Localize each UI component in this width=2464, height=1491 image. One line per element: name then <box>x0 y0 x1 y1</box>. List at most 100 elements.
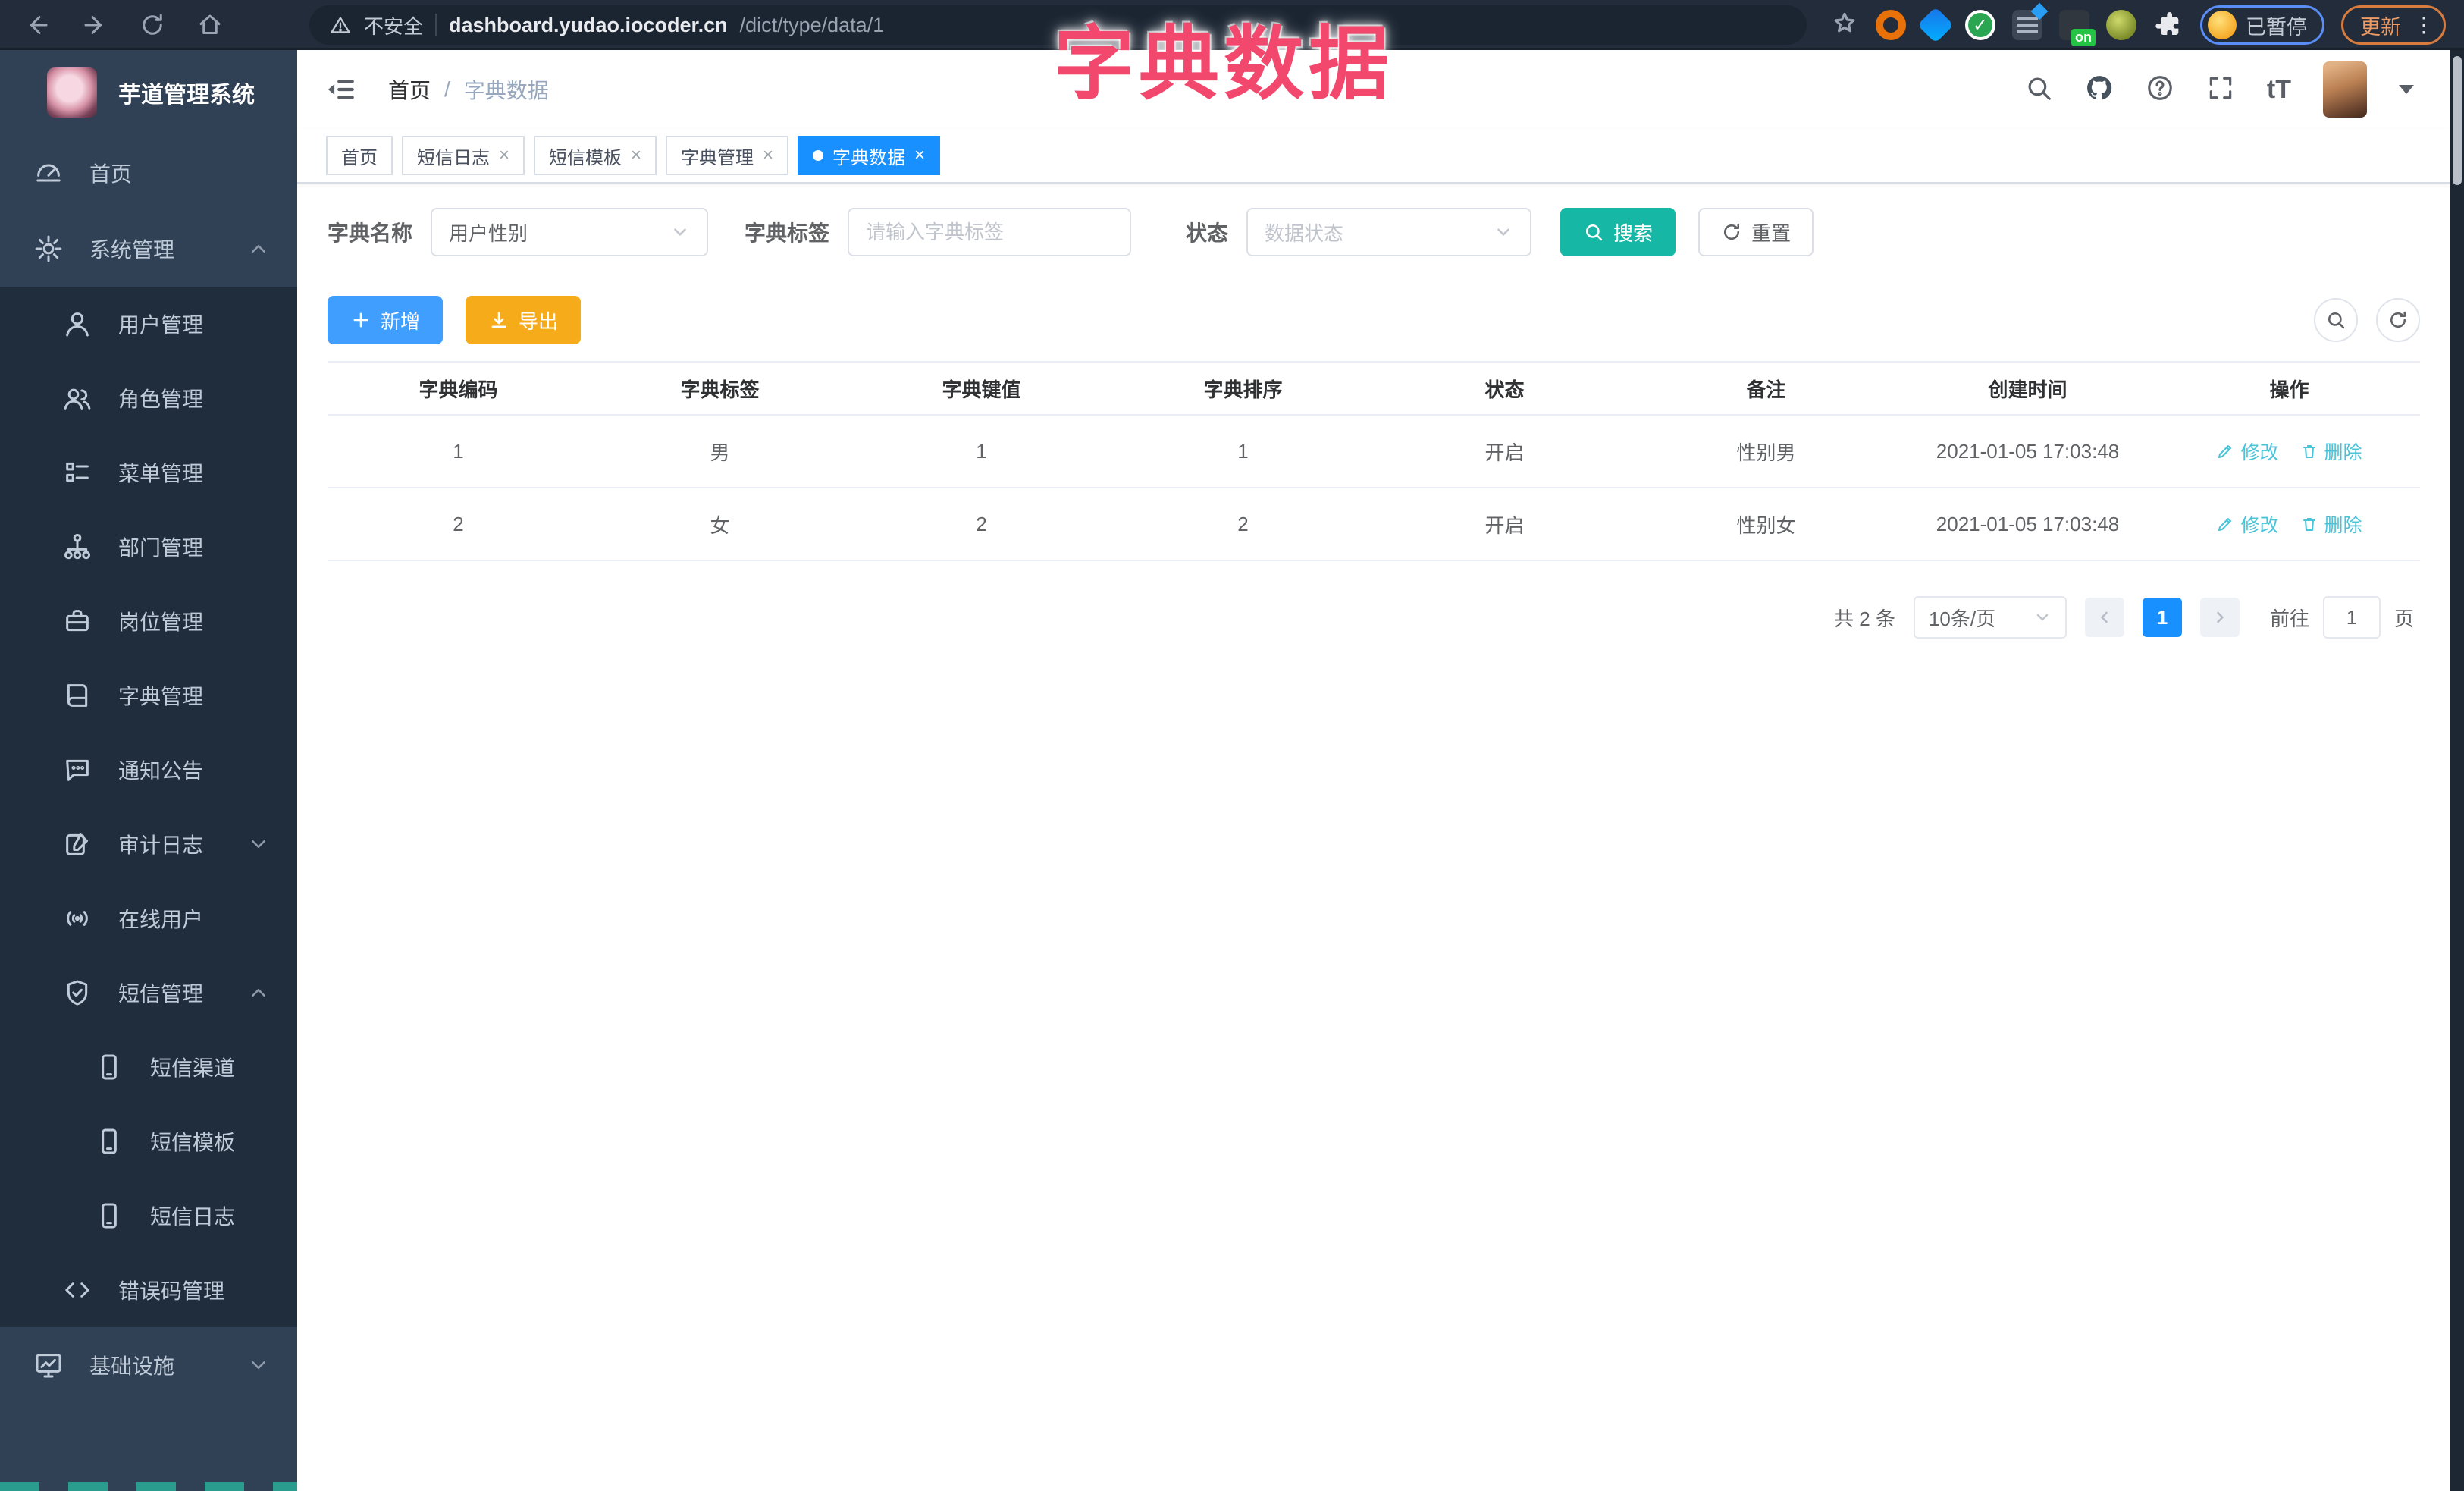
chevron-left-icon <box>2101 611 2108 623</box>
delete-label: 删除 <box>2324 442 2362 463</box>
on-badge: on <box>2071 29 2096 46</box>
cell-label: 女 <box>710 513 730 537</box>
browser-back-icon[interactable] <box>20 8 55 42</box>
sidebar-item-label: 错误码管理 <box>118 1279 225 1303</box>
refresh-table-button[interactable] <box>2376 298 2420 342</box>
sidebar-item-users[interactable]: 用户管理 <box>0 287 297 361</box>
search-button[interactable]: 搜索 <box>1560 208 1676 256</box>
dict-tag-input[interactable] <box>848 208 1132 256</box>
sidebar-item-home[interactable]: 首页 <box>0 135 297 211</box>
bookmark-star-icon[interactable] <box>1830 9 1859 42</box>
sidebar-toggle-icon[interactable] <box>324 74 356 105</box>
scrollbar[interactable] <box>2450 50 2464 1491</box>
browser-forward-icon[interactable] <box>77 8 112 42</box>
cell-value: 2 <box>976 512 987 535</box>
delete-link[interactable]: 删除 <box>2300 510 2362 538</box>
breadcrumb-home[interactable]: 首页 <box>388 74 431 105</box>
sidebar-item-label: 岗位管理 <box>118 611 204 634</box>
extension-orange-icon[interactable] <box>1876 10 1906 40</box>
help-icon[interactable] <box>2146 74 2174 106</box>
sidebar-item-infrastructure[interactable]: 基础设施 <box>0 1327 297 1403</box>
sidebar-item-online-users[interactable]: 在线用户 <box>0 881 297 956</box>
close-icon[interactable]: × <box>499 145 509 166</box>
extension-check-icon[interactable]: ✓ <box>1965 10 1995 40</box>
delete-link[interactable]: 删除 <box>2300 438 2362 465</box>
goto-page-input[interactable] <box>2322 596 2381 639</box>
page-size-select[interactable]: 10条/页 <box>1913 596 2067 639</box>
prev-page-button[interactable] <box>2084 598 2124 637</box>
security-label: 不安全 <box>364 14 424 38</box>
page-unit-label: 页 <box>2393 607 2414 630</box>
sidebar-item-sms[interactable]: 短信管理 <box>0 956 297 1030</box>
browser-reload-icon[interactable] <box>135 8 170 42</box>
sidebar-item-error-codes[interactable]: 错误码管理 <box>0 1253 297 1327</box>
extension-olive-icon[interactable] <box>2106 10 2136 40</box>
toggle-search-button[interactable] <box>2314 298 2358 342</box>
audit-log-icon <box>62 829 92 859</box>
close-icon[interactable]: × <box>631 145 641 166</box>
tab-sms-log[interactable]: 短信日志 × <box>402 136 525 175</box>
sidebar-item-label: 通知公告 <box>118 759 204 783</box>
status-select[interactable]: 数据状态 <box>1246 208 1532 256</box>
fullscreen-icon[interactable] <box>2206 74 2235 106</box>
avatar-caret-icon[interactable] <box>2399 85 2414 94</box>
profile-paused-chip[interactable]: 已暂停 <box>2200 5 2324 45</box>
add-button[interactable]: 新增 <box>328 296 444 344</box>
search-icon[interactable] <box>2024 74 2053 106</box>
extension-dark-icon[interactable]: on <box>2059 10 2096 46</box>
extensions-puzzle-icon[interactable] <box>2153 8 2183 42</box>
sidebar-item-sms-channel[interactable]: 短信渠道 <box>0 1030 297 1104</box>
app-logo <box>47 67 97 118</box>
github-icon[interactable] <box>2085 74 2114 106</box>
sidebar-item-departments[interactable]: 部门管理 <box>0 510 297 584</box>
current-page-button[interactable]: 1 <box>2142 598 2182 637</box>
phone-icon <box>94 1201 124 1231</box>
dict-name-value: 用户性别 <box>449 221 528 245</box>
export-button[interactable]: 导出 <box>466 296 582 344</box>
dict-name-label: 字典名称 <box>328 221 413 245</box>
org-tree-icon <box>62 532 92 562</box>
book-icon <box>62 680 92 711</box>
edit-link[interactable]: 修改 <box>2216 438 2279 465</box>
dict-tag-label: 字典标签 <box>745 221 830 245</box>
sidebar-item-posts[interactable]: 岗位管理 <box>0 584 297 658</box>
cell-remark: 性别男 <box>1736 441 1796 464</box>
sidebar-item-dict[interactable]: 字典管理 <box>0 658 297 733</box>
dict-name-select[interactable]: 用户性别 <box>431 208 709 256</box>
reset-button[interactable]: 重置 <box>1698 208 1814 256</box>
kebab-menu-icon[interactable]: ⋮ <box>2413 14 2434 36</box>
tab-dict-manage[interactable]: 字典管理 × <box>666 136 789 175</box>
sidebar-item-sms-log[interactable]: 短信日志 <box>0 1179 297 1253</box>
app-logo-row[interactable]: 芋道管理系统 <box>0 50 297 135</box>
sidebar-item-audit-logs[interactable]: 审计日志 <box>0 807 297 881</box>
tab-sms-template[interactable]: 短信模板 × <box>534 136 657 175</box>
edit-link[interactable]: 修改 <box>2216 510 2279 538</box>
sidebar-item-menus[interactable]: 菜单管理 <box>0 435 297 510</box>
avatar[interactable] <box>2323 61 2367 118</box>
edit-icon <box>2218 518 2232 531</box>
chevron-up-icon <box>247 237 270 260</box>
trash-icon <box>2303 518 2315 531</box>
browser-home-icon[interactable] <box>193 8 227 42</box>
next-page-button[interactable] <box>2199 598 2240 637</box>
extension-kite-icon[interactable] <box>1917 6 1955 44</box>
sidebar-item-label: 基础设施 <box>89 1354 175 1378</box>
font-size-icon[interactable]: tT <box>2267 75 2291 105</box>
close-icon[interactable]: × <box>914 145 925 166</box>
close-icon[interactable]: × <box>763 145 773 166</box>
sidebar-item-system[interactable]: 系统管理 <box>0 211 297 287</box>
gear-icon <box>33 234 64 264</box>
sidebar-item-sms-template[interactable]: 短信模板 <box>0 1104 297 1179</box>
trash-icon <box>2303 445 2315 458</box>
tab-dict-data[interactable]: 字典数据 × <box>798 136 941 175</box>
app-title: 芋道管理系统 <box>118 83 255 108</box>
sidebar-item-label: 短信管理 <box>118 982 204 1006</box>
browser-update-button[interactable]: 更新 ⋮ <box>2341 5 2446 45</box>
sidebar-item-roles[interactable]: 角色管理 <box>0 361 297 435</box>
sidebar-item-notices[interactable]: 通知公告 <box>0 733 297 807</box>
tab-home[interactable]: 首页 <box>326 136 393 175</box>
breadcrumb: 首页 / 字典数据 <box>388 74 549 105</box>
extension-toggles-icon[interactable] <box>2012 10 2042 40</box>
scrollbar-thumb[interactable] <box>2453 56 2462 185</box>
goto-label: 前往 <box>2269 607 2309 630</box>
